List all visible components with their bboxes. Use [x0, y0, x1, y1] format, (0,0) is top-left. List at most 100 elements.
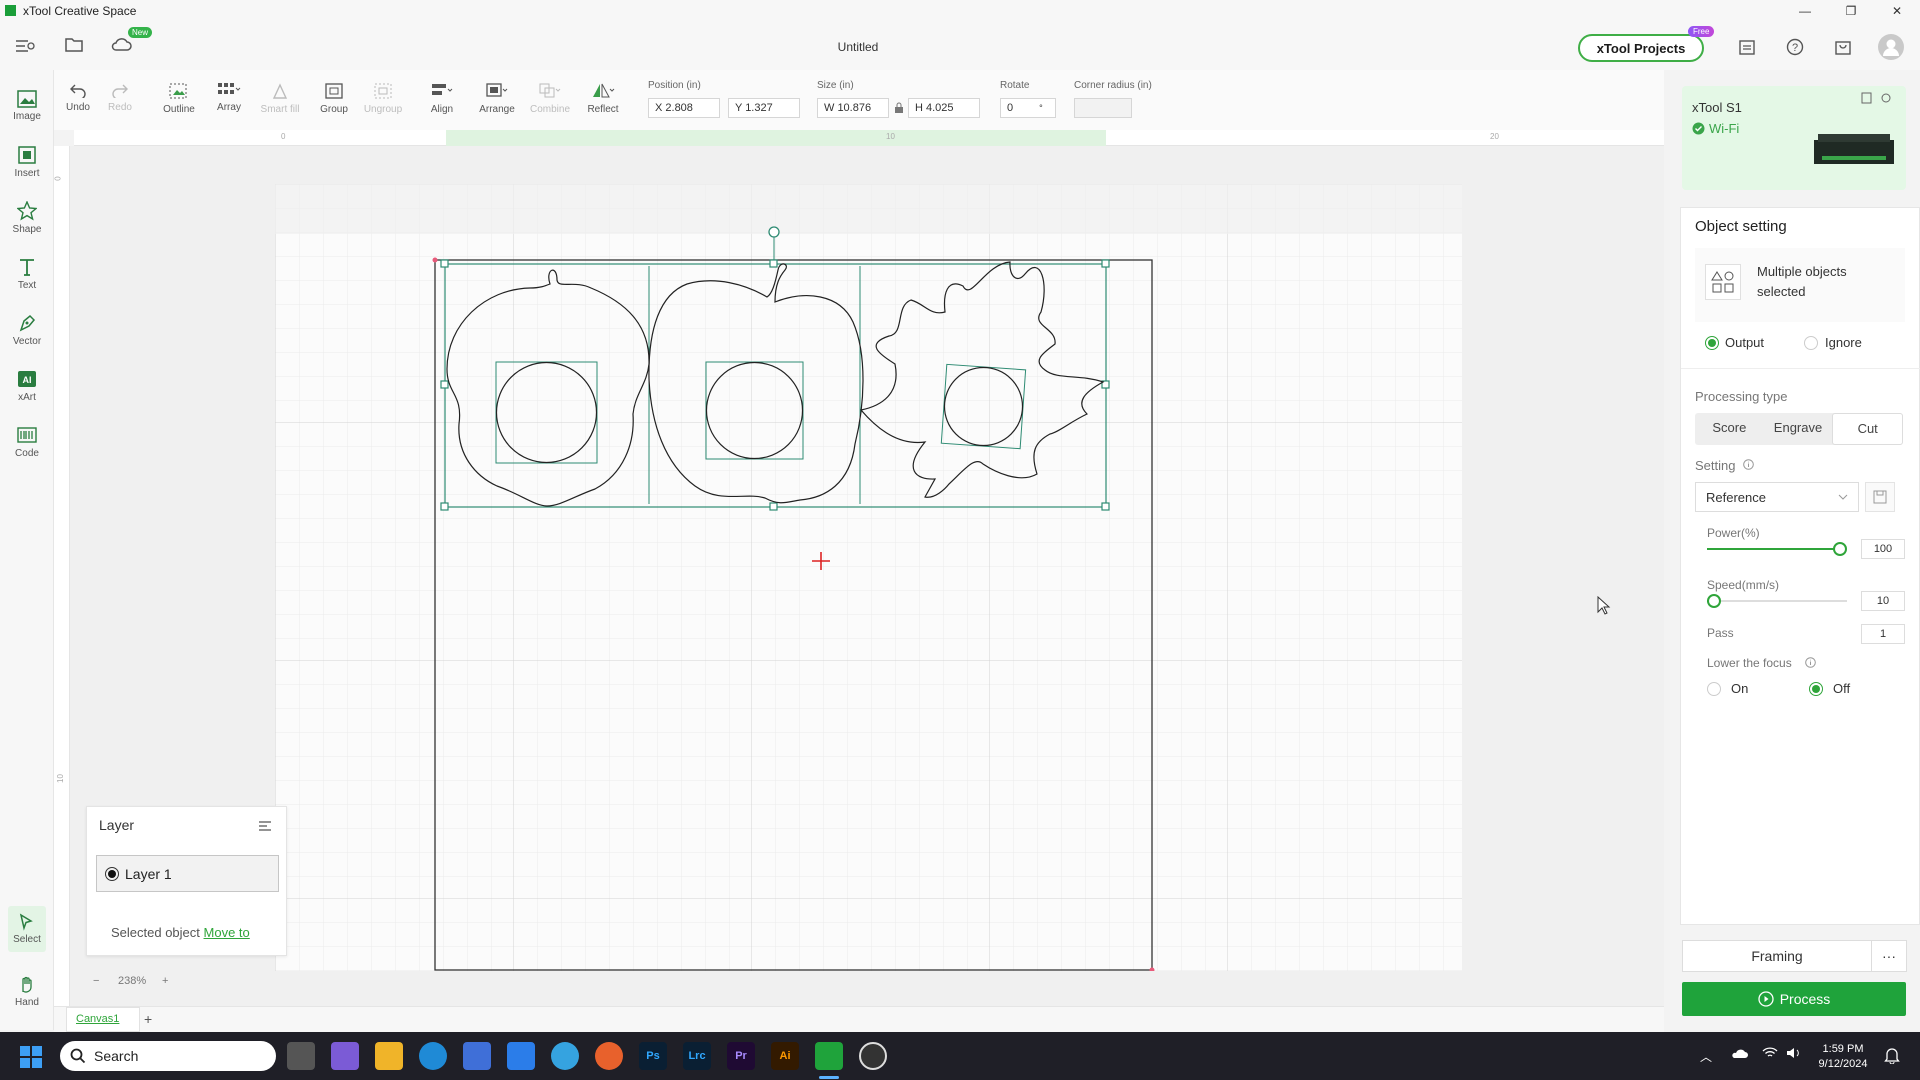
chatgpt-icon[interactable] [859, 1042, 887, 1070]
ungroup-button[interactable]: Ungroup [358, 76, 408, 128]
firefox-icon[interactable] [595, 1042, 623, 1070]
undo-button[interactable]: Undo [56, 76, 100, 128]
xtool-projects-button[interactable]: xTool Projects [1578, 34, 1704, 62]
speed-slider[interactable] [1707, 594, 1847, 608]
task-view-icon[interactable] [287, 1042, 315, 1070]
tray-chevron-icon[interactable]: ︿ [1700, 1048, 1712, 1065]
xart-tool[interactable]: AI xArt [0, 360, 54, 412]
hand-tool[interactable]: Hand [0, 966, 54, 1018]
setting-info-icon[interactable] [1743, 459, 1754, 470]
volume-icon[interactable] [1786, 1047, 1802, 1059]
search-icon [70, 1048, 86, 1064]
avatar[interactable] [1878, 34, 1904, 60]
output-radio[interactable] [1705, 336, 1719, 350]
illustrator-icon[interactable]: Ai [771, 1042, 799, 1070]
canvas-tab-canvas1[interactable]: Canvas1 [76, 1013, 119, 1025]
maximize-button[interactable]: ❐ [1828, 0, 1874, 22]
move-to-link[interactable]: Move to [204, 925, 250, 940]
ruler-tick: 20 [1490, 132, 1499, 141]
speed-value[interactable]: 10 [1861, 591, 1905, 611]
rotate-field[interactable]: 0 ° [1000, 98, 1056, 118]
mail-icon[interactable] [507, 1042, 535, 1070]
ignore-radio[interactable] [1804, 336, 1818, 350]
framing-button[interactable]: Framing [1682, 940, 1872, 972]
close-button[interactable]: ✕ [1874, 0, 1920, 22]
x-position-field[interactable]: X 2.808 [648, 98, 720, 118]
processing-cut-tab[interactable]: Cut [1832, 413, 1904, 445]
zoom-in-button[interactable]: + [162, 975, 168, 987]
toolbar: Undo Redo Outline Array Smart fill Group… [54, 70, 1664, 130]
focus-on-radio[interactable] [1707, 682, 1721, 696]
shapes-icon [1705, 264, 1741, 300]
layer-row[interactable]: Layer 1 [96, 855, 279, 892]
taskbar-search[interactable]: Search [60, 1041, 276, 1071]
premiere-icon[interactable]: Pr [727, 1042, 755, 1070]
processing-score-tab[interactable]: Score [1695, 413, 1764, 445]
add-canvas-button[interactable]: + [144, 1011, 152, 1027]
copilot-icon[interactable] [331, 1042, 359, 1070]
zoom-out-button[interactable]: − [93, 975, 99, 987]
multi-object-label: Multiple objects selected [1757, 264, 1847, 299]
y-position-field[interactable]: Y 1.327 [728, 98, 800, 118]
setting-dropdown[interactable]: Reference [1695, 482, 1859, 512]
help-app-icon[interactable] [551, 1042, 579, 1070]
file-explorer-icon[interactable] [375, 1042, 403, 1070]
shop-icon[interactable] [1834, 38, 1852, 56]
right-panel: xTool S1 Wi-Fi Object setting Multiple o… [1664, 70, 1920, 1032]
image-tool[interactable]: Image [0, 80, 54, 132]
processing-engrave-tab[interactable]: Engrave [1764, 413, 1833, 445]
minimize-button[interactable]: — [1782, 0, 1828, 22]
work-canvas[interactable] [275, 184, 1462, 971]
lightroom-classic-icon[interactable]: Lrc [683, 1042, 711, 1070]
help-icon[interactable]: ? [1786, 38, 1804, 56]
save-setting-button[interactable] [1865, 482, 1895, 512]
group-button[interactable]: Group [312, 76, 356, 128]
text-tool[interactable]: Text [0, 248, 54, 300]
wifi-tray-icon[interactable] [1762, 1047, 1778, 1059]
insert-tool[interactable]: Insert [0, 136, 54, 188]
lock-ratio-icon[interactable] [894, 102, 904, 114]
notification-icon[interactable] [1884, 1046, 1900, 1064]
power-slider[interactable] [1707, 542, 1847, 556]
lower-focus-info-icon[interactable] [1805, 657, 1816, 668]
xtool-app-icon[interactable] [815, 1042, 843, 1070]
smart-fill-button[interactable]: Smart fill [254, 76, 306, 128]
vector-tool[interactable]: Vector [0, 304, 54, 356]
corner-radius-field[interactable] [1074, 98, 1132, 118]
title-bar: xTool Creative Space — ❐ ✕ [0, 0, 1920, 22]
device-connection: Wi-Fi [1692, 121, 1739, 136]
taskbar-clock[interactable]: 1:59 PM 9/12/2024 [1810, 1042, 1876, 1072]
svg-text:?: ? [1792, 42, 1798, 54]
device-settings-icon[interactable] [1860, 92, 1892, 104]
select-tool[interactable]: Select [8, 906, 46, 952]
photoshop-icon[interactable]: Ps [639, 1042, 667, 1070]
code-tool[interactable]: Code [0, 416, 54, 468]
cursor-icon [19, 913, 33, 931]
width-field[interactable]: W 10.876 [817, 98, 889, 118]
focus-off-radio[interactable] [1809, 682, 1823, 696]
combine-button[interactable]: Combine [524, 76, 576, 128]
shape-tool[interactable]: Shape [0, 192, 54, 244]
outline-button[interactable]: Outline [154, 76, 204, 128]
layer-visibility-radio[interactable] [105, 867, 119, 881]
redo-button[interactable]: Redo [98, 76, 142, 128]
align-button[interactable]: Align [420, 76, 464, 128]
power-value[interactable]: 100 [1861, 539, 1905, 559]
new-badge: New [128, 27, 153, 38]
windows-start-icon[interactable] [20, 1046, 42, 1068]
edge-icon[interactable] [419, 1042, 447, 1070]
layer-menu-icon[interactable] [257, 819, 273, 833]
smart-fill-icon [272, 83, 288, 99]
array-button[interactable]: Array [204, 76, 254, 128]
clipboard-icon[interactable] [1738, 38, 1756, 56]
arrange-button[interactable]: Arrange [472, 76, 522, 128]
pass-value[interactable]: 1 [1861, 624, 1905, 644]
reflect-button[interactable]: Reflect [578, 76, 628, 128]
framing-more-button[interactable]: ··· [1871, 940, 1907, 972]
process-button[interactable]: Process [1682, 982, 1906, 1016]
store-icon[interactable] [463, 1042, 491, 1070]
active-app-indicator [819, 1076, 839, 1079]
height-field[interactable]: H 4.025 [908, 98, 980, 118]
device-card[interactable]: xTool S1 Wi-Fi [1682, 86, 1906, 190]
onedrive-icon[interactable] [1730, 1047, 1748, 1059]
